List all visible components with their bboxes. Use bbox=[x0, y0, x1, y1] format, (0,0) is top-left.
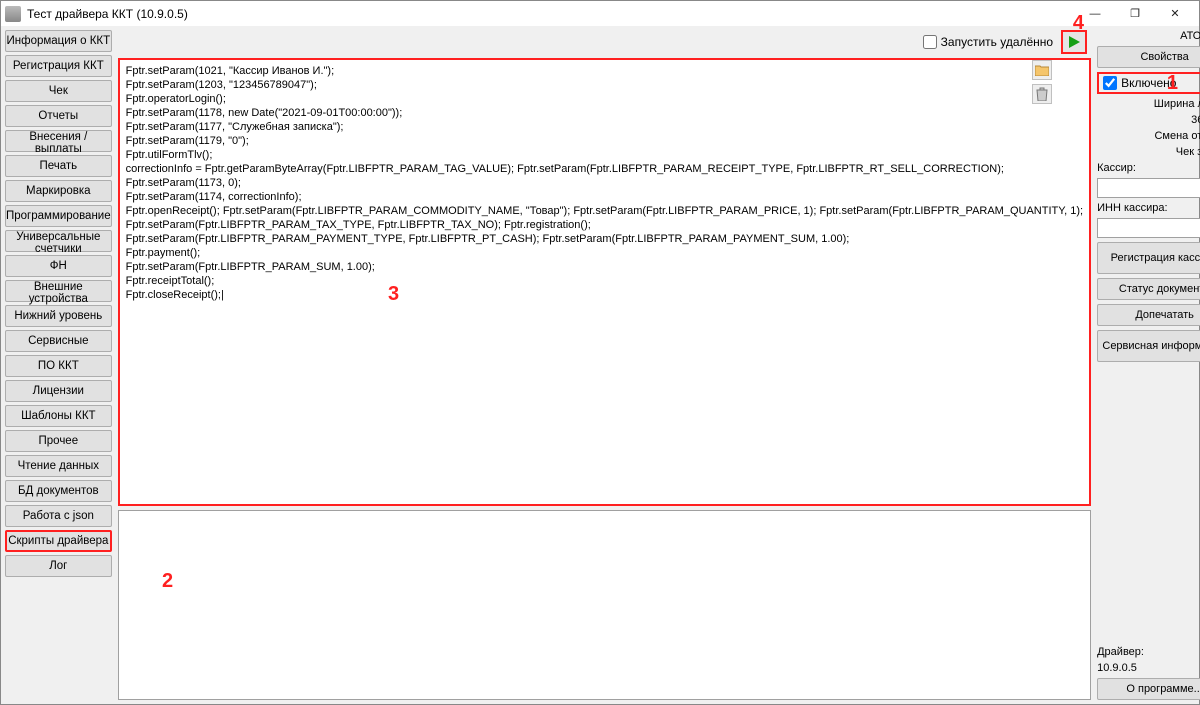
receipt-status: Чек закрыт bbox=[1097, 146, 1200, 158]
script-editor[interactable]: Fptr.setParam(1021, "Кассир Иванов И.");… bbox=[118, 58, 1091, 506]
output-area[interactable] bbox=[118, 510, 1091, 700]
maximize-button[interactable]: ❐ bbox=[1115, 2, 1155, 25]
sidebar-button-6[interactable]: Маркировка bbox=[5, 180, 112, 202]
sidebar-button-13[interactable]: ПО ККТ bbox=[5, 355, 112, 377]
tape-width-value: 36 (432) bbox=[1097, 114, 1200, 126]
sidebar-button-18[interactable]: БД документов bbox=[5, 480, 112, 502]
cashier-label: Кассир: bbox=[1097, 162, 1200, 174]
cashier-input[interactable] bbox=[1097, 178, 1200, 198]
inn-cashier-label: ИНН кассира: bbox=[1097, 202, 1200, 214]
sidebar-button-9[interactable]: ФН bbox=[5, 255, 112, 277]
trash-icon bbox=[1036, 87, 1048, 101]
top-toolbar: Запустить удалённо bbox=[118, 30, 1091, 54]
sidebar-button-8[interactable]: Универсальные счетчики bbox=[5, 230, 112, 252]
register-cashier-button[interactable]: Регистрация кассира bbox=[1097, 242, 1200, 274]
sidebar-button-7[interactable]: Программирование bbox=[5, 205, 112, 227]
close-button[interactable]: ✕ bbox=[1155, 2, 1195, 25]
driver-label: Драйвер: bbox=[1097, 646, 1200, 658]
sidebar-button-5[interactable]: Печать bbox=[5, 155, 112, 177]
about-button[interactable]: О программе... bbox=[1097, 678, 1200, 700]
sidebar-button-20[interactable]: Скрипты драйвера bbox=[5, 530, 112, 552]
sidebar-button-3[interactable]: Отчеты bbox=[5, 105, 112, 127]
open-folder-button[interactable] bbox=[1032, 60, 1052, 80]
right-panel: АТОЛ 55Ф Свойства Включено Ширина ленты:… bbox=[1097, 30, 1200, 700]
app-icon bbox=[5, 6, 21, 22]
sidebar-button-14[interactable]: Лицензии bbox=[5, 380, 112, 402]
run-remote-label: Запустить удалённо bbox=[941, 35, 1053, 49]
enabled-input[interactable] bbox=[1103, 76, 1117, 90]
tape-width-label: Ширина ленты: bbox=[1097, 98, 1200, 110]
sidebar-button-12[interactable]: Сервисные bbox=[5, 330, 112, 352]
folder-icon bbox=[1035, 64, 1049, 76]
sidebar-button-11[interactable]: Нижний уровень bbox=[5, 305, 112, 327]
enabled-label: Включено bbox=[1121, 76, 1176, 90]
sidebar-button-21[interactable]: Лог bbox=[5, 555, 112, 577]
play-icon bbox=[1067, 35, 1081, 49]
sidebar-button-17[interactable]: Чтение данных bbox=[5, 455, 112, 477]
sidebar-button-4[interactable]: Внесения / выплаты bbox=[5, 130, 112, 152]
main-column: Запустить удалённо Fptr.setParam(1021, "… bbox=[118, 30, 1091, 700]
driver-version: 10.9.0.5 bbox=[1097, 662, 1200, 674]
run-remote-input[interactable] bbox=[923, 35, 937, 49]
sidebar: Информация о ККТ Регистрация ККТ Чек Отчеты… bbox=[5, 30, 112, 700]
window-title: Тест драйвера ККТ (10.9.0.5) bbox=[27, 7, 1075, 21]
service-info-button[interactable]: Сервисная информация bbox=[1097, 330, 1200, 362]
inn-cashier-input[interactable] bbox=[1097, 218, 1200, 238]
sidebar-button-10[interactable]: Внешние устройства bbox=[5, 280, 112, 302]
sidebar-button-2[interactable]: Чек bbox=[5, 80, 112, 102]
sidebar-button-1[interactable]: Регистрация ККТ bbox=[5, 55, 112, 77]
enabled-checkbox[interactable]: Включено bbox=[1097, 72, 1200, 94]
device-name: АТОЛ 55Ф bbox=[1097, 30, 1200, 42]
sidebar-button-0[interactable]: Информация о ККТ bbox=[5, 30, 112, 52]
reprint-button[interactable]: Допечатать bbox=[1097, 304, 1200, 326]
run-remote-checkbox[interactable]: Запустить удалённо bbox=[923, 35, 1053, 49]
shift-status: Смена открыта bbox=[1097, 130, 1200, 142]
run-button[interactable] bbox=[1061, 30, 1087, 54]
delete-button[interactable] bbox=[1032, 84, 1052, 104]
properties-button[interactable]: Свойства bbox=[1097, 46, 1200, 68]
minimize-button[interactable]: — bbox=[1075, 2, 1115, 25]
titlebar: Тест драйвера ККТ (10.9.0.5) — ❐ ✕ bbox=[1, 1, 1199, 26]
sidebar-button-16[interactable]: Прочее bbox=[5, 430, 112, 452]
sidebar-button-15[interactable]: Шаблоны ККТ bbox=[5, 405, 112, 427]
sidebar-button-19[interactable]: Работа с json bbox=[5, 505, 112, 527]
document-status-button[interactable]: Статус документа bbox=[1097, 278, 1200, 300]
